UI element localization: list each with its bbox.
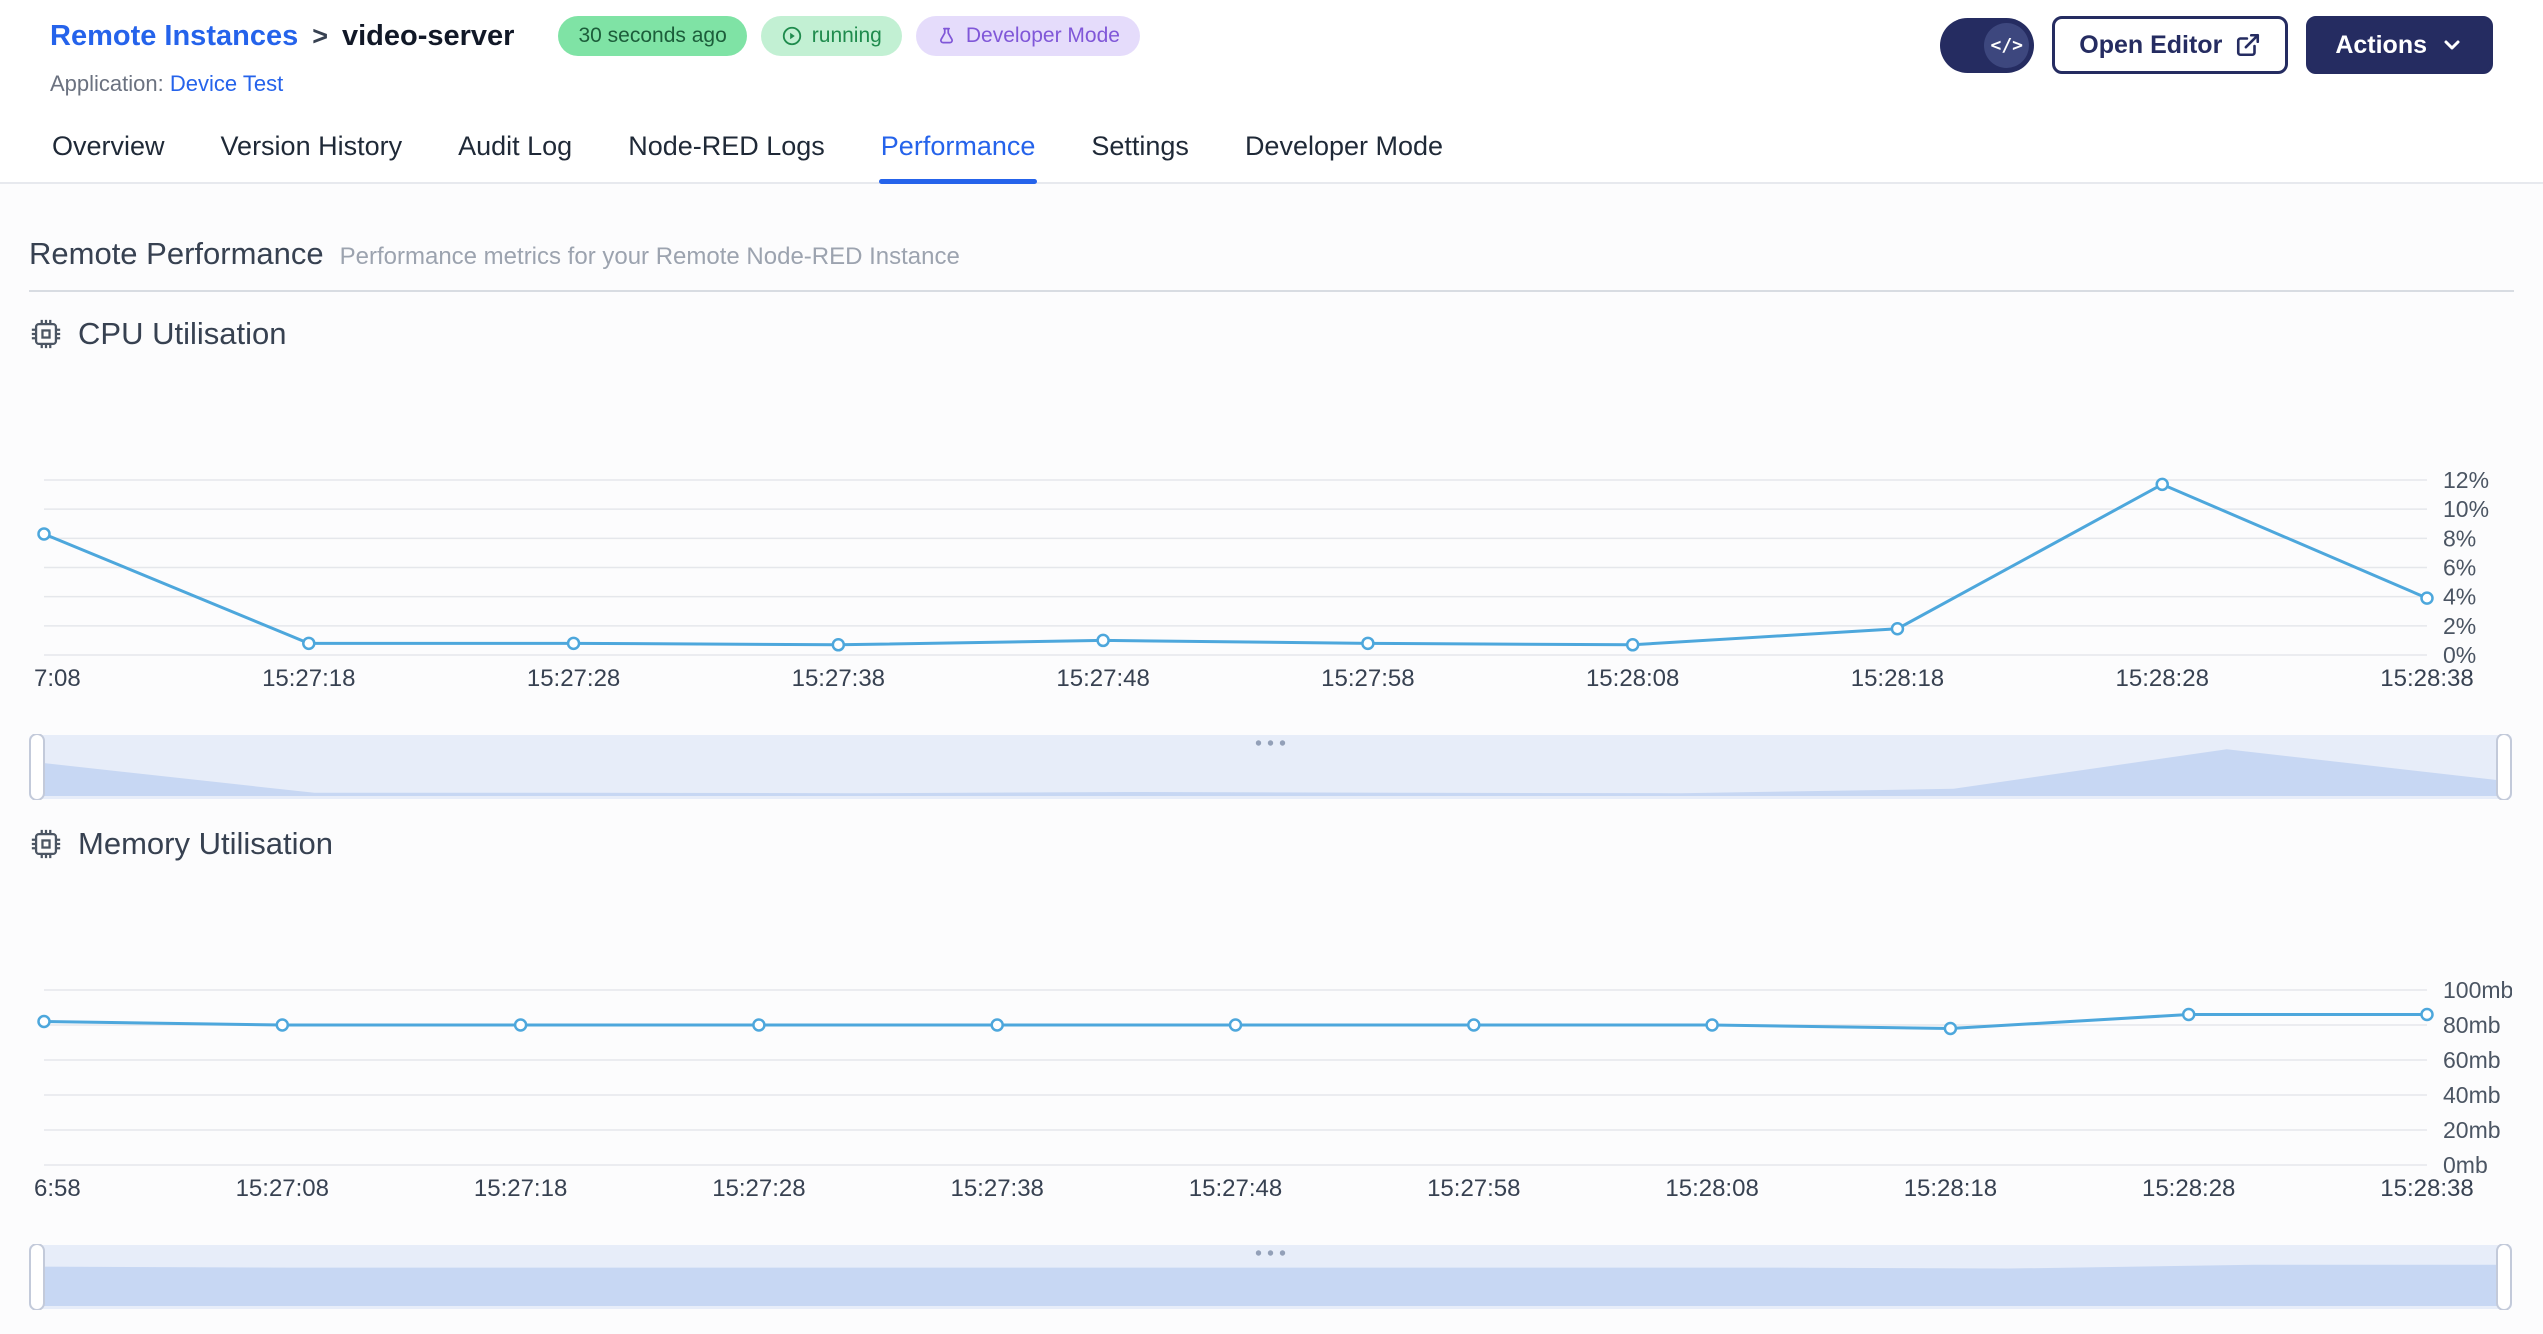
- brush-handle-left: [29, 1244, 45, 1310]
- main-content: Remote Performance Performance metrics f…: [0, 184, 2543, 1334]
- svg-text:10%: 10%: [2443, 496, 2489, 522]
- svg-text:7:08: 7:08: [34, 665, 81, 690]
- svg-text:15:28:18: 15:28:18: [1904, 1175, 1997, 1200]
- svg-text:15:27:18: 15:27:18: [474, 1175, 567, 1200]
- brush-handle-left: [29, 734, 45, 800]
- play-circle-icon: [782, 26, 801, 46]
- memory-section: Memory Utilisation 0mb 20mb 40mb 60mb 80mb 10…: [29, 826, 2514, 1310]
- actions-label: Actions: [2335, 30, 2427, 59]
- heading-divider: [29, 290, 2514, 292]
- cpu-section-heading: CPU Utilisation: [29, 316, 2514, 352]
- svg-text:4%: 4%: [2443, 584, 2476, 610]
- tab-version-history[interactable]: Version History: [219, 115, 405, 182]
- chevron-down-icon: [2444, 40, 2460, 50]
- topbar: Remote Instances > video-server 30 secon…: [0, 0, 2543, 97]
- tab-overview[interactable]: Overview: [50, 115, 167, 182]
- svg-text:15:27:58: 15:27:58: [1321, 665, 1414, 690]
- svg-text:15:28:08: 15:28:08: [1665, 1175, 1758, 1200]
- svg-text:15:27:18: 15:27:18: [262, 665, 355, 690]
- external-link-icon: [2237, 33, 2260, 57]
- instance-name: video-server: [341, 19, 515, 52]
- svg-text:15:28:18: 15:28:18: [1851, 665, 1944, 690]
- cpu-chart: 0%2%4%6%8%10%12%7:08 15:27:18 15:27:28 15:2…: [34, 467, 2489, 690]
- svg-text:6:58: 6:58: [34, 1175, 81, 1200]
- memory-section-heading: Memory Utilisation: [29, 826, 2514, 862]
- svg-text:20mb: 20mb: [2443, 1117, 2501, 1143]
- brush-handle-right: [2496, 1244, 2512, 1310]
- svg-text:15:28:38: 15:28:38: [2380, 1175, 2473, 1200]
- svg-text:12%: 12%: [2443, 467, 2489, 493]
- status-badge: running: [760, 16, 902, 56]
- actions-button[interactable]: Actions: [2306, 16, 2493, 74]
- tab-audit-log[interactable]: Audit Log: [456, 115, 574, 182]
- last-seen-badge: 30 seconds ago: [558, 16, 747, 56]
- tab-performance[interactable]: Performance: [878, 115, 1038, 184]
- cpu-chip-icon: [31, 319, 61, 349]
- svg-text:8%: 8%: [2443, 525, 2476, 551]
- breadcrumb-remote-instances[interactable]: Remote Instances: [50, 20, 298, 53]
- svg-text:15:27:28: 15:27:28: [527, 665, 620, 690]
- svg-text:15:28:38: 15:28:38: [2380, 665, 2473, 690]
- cpu-section: CPU Utilisation 0% 2% 4% 6% 8% 10% 12% 7:08 15:2…: [29, 316, 2514, 800]
- svg-text:15:27:48: 15:27:48: [1056, 665, 1149, 690]
- breadcrumb: Remote Instances > video-server 30 secon…: [50, 16, 1140, 56]
- status-label: running: [811, 24, 882, 47]
- memory-section-title: Memory Utilisation: [78, 826, 333, 861]
- breadcrumb-separator: >: [312, 20, 328, 51]
- svg-text:15:28:08: 15:28:08: [1586, 665, 1679, 690]
- application-label: Application:: [50, 71, 164, 96]
- svg-text:15:27:28: 15:27:28: [712, 1175, 805, 1200]
- developer-mode-badge: Developer Mode: [915, 16, 1140, 56]
- topbar-actions: </> Open Editor Actions: [1940, 16, 2493, 74]
- brush-handle-right: [2496, 734, 2512, 800]
- topbar-left: Remote Instances > video-server 30 secon…: [50, 16, 1140, 97]
- tab-developer-mode[interactable]: Developer Mode: [1243, 115, 1445, 182]
- svg-text:80mb: 80mb: [2443, 1012, 2501, 1038]
- cpu-chart-range-scrubber[interactable]: [29, 734, 2512, 800]
- memory-chip-icon: [31, 829, 61, 859]
- svg-text:15:27:38: 15:27:38: [950, 1175, 1043, 1200]
- cpu-section-title: CPU Utilisation: [78, 316, 287, 351]
- tab-bar: Overview Version History Audit Log Node-…: [0, 115, 2543, 184]
- application-row: Application: Device Test: [50, 71, 1140, 97]
- memory-chart-range-scrubber[interactable]: [29, 1244, 2512, 1310]
- page-heading: Remote Performance Performance metrics f…: [29, 184, 2514, 272]
- svg-text:6%: 6%: [2443, 555, 2476, 581]
- developer-mode-toggle[interactable]: </>: [1940, 17, 2035, 73]
- svg-text:15:27:38: 15:27:38: [792, 665, 885, 690]
- application-link[interactable]: Device Test: [170, 71, 283, 96]
- last-seen-label: 30 seconds ago: [578, 24, 727, 47]
- page-title: Remote Performance: [29, 236, 324, 271]
- page-subtitle: Performance metrics for your Remote Node…: [339, 243, 960, 270]
- open-editor-label: Open Editor: [2079, 30, 2223, 59]
- svg-text:40mb: 40mb: [2443, 1082, 2501, 1108]
- tab-settings[interactable]: Settings: [1089, 115, 1191, 182]
- svg-text:15:28:28: 15:28:28: [2142, 1175, 2235, 1200]
- open-editor-button[interactable]: Open Editor: [2052, 16, 2289, 74]
- badge-group: 30 seconds ago running Developer Mode: [558, 16, 1140, 56]
- tab-node-red-logs[interactable]: Node-RED Logs: [626, 115, 827, 182]
- memory-chart: 0mb20mb40mb60mb80mb100mb6:58 15:27:08 15:2…: [34, 977, 2512, 1200]
- svg-text:15:27:58: 15:27:58: [1427, 1175, 1520, 1200]
- svg-text:2%: 2%: [2443, 613, 2476, 639]
- code-icon: </>: [1984, 22, 2030, 68]
- svg-text:15:27:48: 15:27:48: [1189, 1175, 1282, 1200]
- flask-icon: [939, 27, 953, 43]
- svg-text:15:28:28: 15:28:28: [2116, 665, 2209, 690]
- developer-mode-label: Developer Mode: [965, 24, 1120, 47]
- svg-text:100mb: 100mb: [2443, 977, 2512, 1003]
- svg-text:60mb: 60mb: [2443, 1047, 2501, 1073]
- svg-text:15:27:08: 15:27:08: [236, 1175, 329, 1200]
